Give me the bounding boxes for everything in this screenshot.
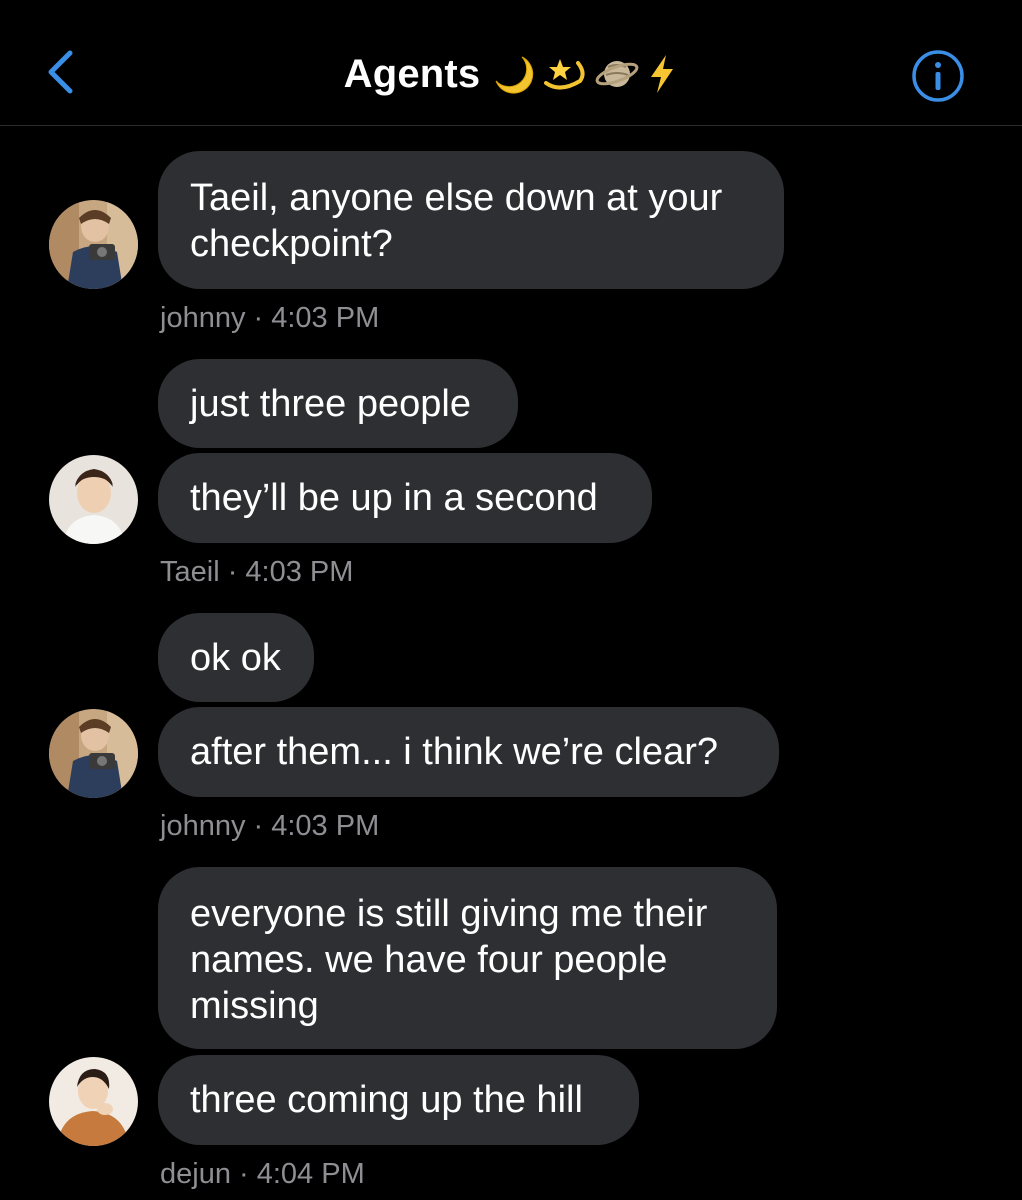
chat-screen: Agents Taeil, anyone else down at your c… [0,0,1022,1200]
avatar-johnny[interactable] [49,200,138,289]
message-meta: johnny · 4:03 PM [160,810,380,842]
message-text: after them... i think we’re clear? [190,731,718,773]
ringed-planet-icon [596,61,639,87]
message-bubble[interactable]: Taeil, anyone else down at your checkpoi… [158,151,784,289]
message-text: everyone is still giving me their names.… [190,893,708,1027]
message-text: ok ok [190,636,281,679]
message-bubble[interactable]: ok ok [158,613,314,702]
message-bubble[interactable]: three coming up the hill [158,1055,639,1145]
message-meta: dejun · 4:04 PM [160,1158,365,1190]
message-text: three coming up the hill [190,1079,583,1121]
avatar-johnny[interactable] [49,709,138,798]
info-button[interactable] [910,48,966,104]
message-bubble[interactable]: they’ll be up in a second [158,453,652,543]
message-bubble[interactable]: just three people [158,359,518,448]
info-circle-icon [912,50,964,102]
message-bubble[interactable]: after them... i think we’re clear? [158,707,779,797]
message-meta: johnny · 4:03 PM [160,302,380,334]
message-text: Taeil, anyone else down at your checkpoi… [190,177,723,265]
title-emojis [492,53,678,95]
avatar-dejun[interactable] [49,1057,138,1146]
message-text: just three people [190,382,471,425]
conversation-title: Agents [343,51,481,96]
crescent-moon-icon [495,56,534,94]
message-text: they’ll be up in a second [190,477,598,519]
lightning-bolt-icon [651,55,674,93]
message-bubble[interactable]: everyone is still giving me their names.… [158,867,777,1049]
conversation-title-bar: Agents [0,44,1022,104]
conversation-header: Agents [0,0,1022,126]
dizzy-star-icon [544,59,585,90]
message-meta: Taeil · 4:03 PM [160,556,354,588]
avatar-taeil[interactable] [49,455,138,544]
